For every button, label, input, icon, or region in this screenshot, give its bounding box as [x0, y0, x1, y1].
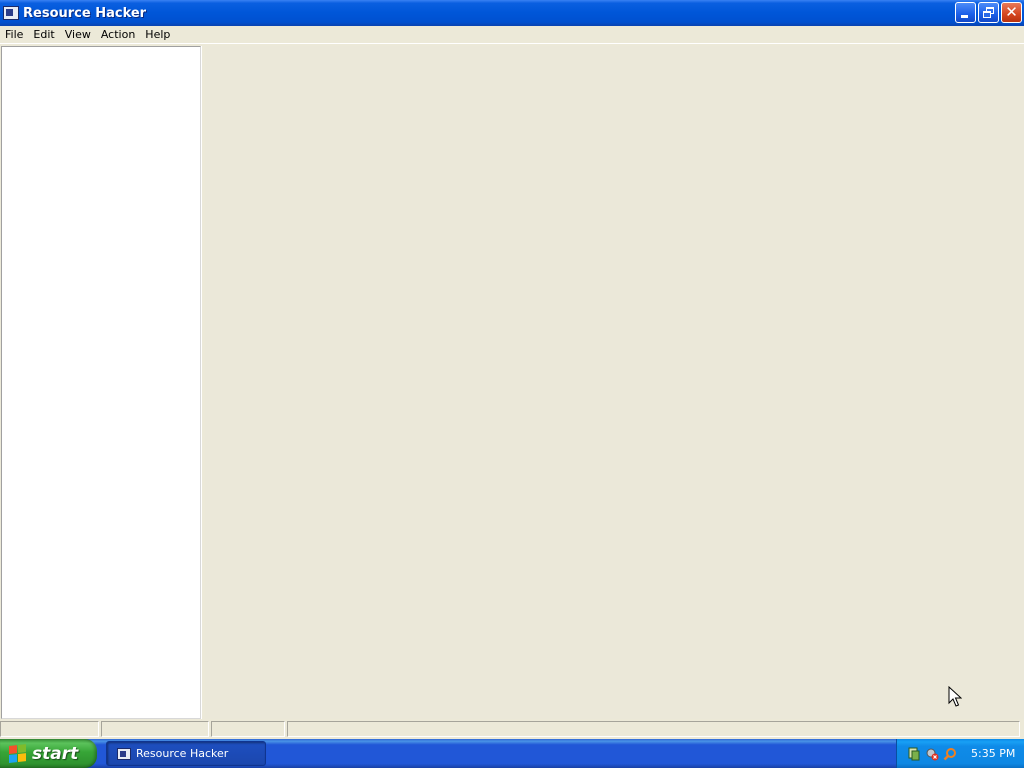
status-panel-3 — [211, 721, 285, 737]
menu-edit[interactable]: Edit — [28, 26, 59, 44]
windows-logo-icon — [9, 743, 27, 764]
taskbar-button-label: Resource Hacker — [136, 747, 229, 760]
start-button[interactable]: start — [0, 739, 97, 768]
search-icon[interactable] — [943, 747, 957, 761]
system-tray: 5:35 PM — [896, 739, 1024, 768]
status-bar — [0, 719, 1024, 739]
status-panel-1 — [0, 721, 99, 737]
menu-file[interactable]: File — [0, 26, 28, 44]
clock[interactable]: 5:35 PM — [971, 747, 1015, 760]
title-bar[interactable]: Resource Hacker ✕ — [0, 0, 1024, 26]
mouse-cursor-icon — [948, 686, 962, 707]
resource-hacker-icon[interactable] — [3, 6, 19, 20]
taskbar: start Resource Hacker 5:35 PM — [0, 739, 1024, 768]
window-controls: ✕ — [955, 2, 1022, 23]
resource-editor-pane[interactable] — [205, 46, 1024, 719]
close-button[interactable]: ✕ — [1001, 2, 1022, 23]
status-panel-4 — [287, 721, 1020, 737]
resource-tree-pane[interactable] — [1, 46, 201, 719]
window-title: Resource Hacker — [23, 5, 147, 21]
network-icon[interactable] — [907, 747, 921, 761]
restore-button[interactable] — [978, 2, 999, 23]
menu-action[interactable]: Action — [96, 26, 140, 44]
start-label: start — [32, 743, 79, 764]
restore-icon-front — [983, 11, 991, 18]
resource-hacker-icon — [117, 747, 131, 760]
minimize-button[interactable] — [955, 2, 976, 23]
status-panel-2 — [101, 721, 209, 737]
security-alert-icon[interactable] — [925, 747, 939, 761]
menu-help[interactable]: Help — [140, 26, 175, 44]
minimize-icon — [961, 15, 968, 18]
menu-view[interactable]: View — [60, 26, 96, 44]
taskbar-button-resource-hacker[interactable]: Resource Hacker — [106, 741, 266, 766]
close-icon: ✕ — [1005, 3, 1018, 21]
menu-bar: File Edit View Action Help — [0, 26, 1024, 44]
